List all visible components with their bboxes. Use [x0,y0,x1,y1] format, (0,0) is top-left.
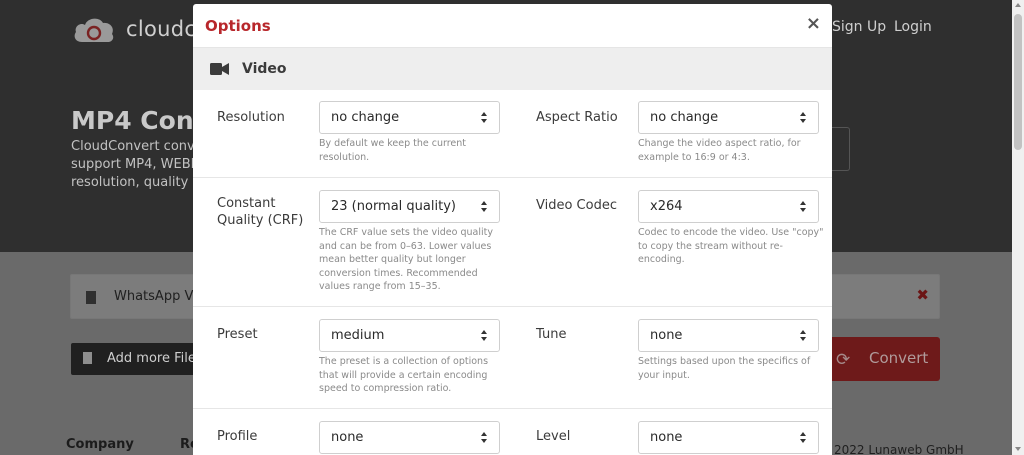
resolution-select[interactable]: no change [319,101,500,134]
resolution-help: By default we keep the current resolutio… [319,138,467,163]
select-arrows-icon [800,330,807,342]
nav-signup-link[interactable]: Sign Up [832,19,886,35]
modal-header: Options × [193,4,832,48]
hero-line: support MP4, WEBM a [71,157,214,172]
scrollbar-thumb[interactable] [1014,14,1022,150]
convert-label: Convert [869,349,929,367]
preset-select[interactable]: medium [319,319,500,352]
preset-label: Preset [217,327,258,342]
select-value: medium [331,328,385,343]
hero-line: CloudConvert convert [71,139,214,154]
file-plus-icon [83,352,92,364]
select-value: none [650,328,683,343]
option-row: Profile none Level none [193,409,832,455]
video-section-header: Video [193,48,832,90]
remove-file-icon[interactable]: ✖ [916,286,929,304]
select-arrows-icon [800,112,807,124]
crf-help: The CRF value sets the video quality and… [319,227,493,292]
select-arrows-icon [481,330,488,342]
select-arrows-icon [800,201,807,213]
video-codec-select[interactable]: x264 [638,190,819,223]
tune-label: Tune [536,327,567,342]
video-camera-icon [210,63,229,75]
select-arrows-icon [481,112,488,124]
aspect-ratio-label: Aspect Ratio [536,110,618,125]
refresh-icon: ⟳ [836,350,851,370]
resolution-label: Resolution [217,110,285,125]
select-value: x264 [650,199,683,214]
aspect-ratio-help: Change the video aspect ratio, for examp… [638,138,801,163]
select-value: no change [650,110,719,125]
select-arrows-icon [481,201,488,213]
nav-login-link[interactable]: Login [894,19,932,35]
option-row: Constant Quality (CRF) 23 (normal qualit… [193,178,832,307]
footer-company-heading: Company [66,437,134,452]
select-arrows-icon [800,432,807,444]
cloud-logo-icon [74,18,114,42]
tune-select[interactable]: none [638,319,819,352]
level-select[interactable]: none [638,421,819,454]
hero-line: resolution, quality and [71,175,217,190]
options-modal: Options × Video Resolution no change By … [193,4,832,455]
profile-select[interactable]: none [319,421,500,454]
convert-button[interactable]: ⟳ Convert [820,337,940,381]
select-value: none [331,430,364,445]
section-title: Video [242,61,287,77]
scroll-up-arrow-icon[interactable] [1015,3,1021,7]
add-more-files-button[interactable]: Add more Files [71,343,203,375]
profile-label: Profile [217,429,258,444]
crf-select[interactable]: 23 (normal quality) [319,190,500,223]
scroll-down-arrow-icon[interactable] [1015,447,1021,451]
tune-help: Settings based upon the specifics of you… [638,356,811,381]
option-row: Preset medium The preset is a collection… [193,307,832,409]
modal-title: Options [205,17,271,35]
hero-description: CloudConvert convert support MP4, WEBM a… [71,138,217,192]
select-value: none [650,430,683,445]
add-files-label: Add more Files [107,351,203,366]
footer-copyright: 2022 Lunaweb GmbH [834,443,964,455]
preset-help: The preset is a collection of options th… [319,356,489,394]
aspect-ratio-select[interactable]: no change [638,101,819,134]
option-row: Resolution no change By default we keep … [193,90,832,178]
video-codec-help: Codec to encode the video. Use "copy" to… [638,227,824,265]
select-value: no change [331,110,400,125]
cloudconvert-logo[interactable]: cloudco [72,14,209,44]
crf-label: Constant Quality (CRF) [217,196,304,228]
video-codec-label: Video Codec [536,198,617,213]
select-value: 23 (normal quality) [331,199,456,214]
select-arrows-icon [481,432,488,444]
level-label: Level [536,429,571,444]
file-icon [86,291,96,304]
close-icon[interactable]: × [806,15,821,33]
